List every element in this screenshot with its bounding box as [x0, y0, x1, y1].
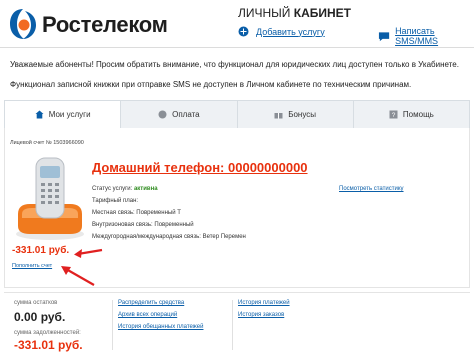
service-title-link[interactable]: Домашний телефон: 00000000000	[92, 160, 308, 175]
orders-history-link[interactable]: История заказов	[238, 312, 284, 318]
cabinet-title: ЛИЧНЫЙ КАБИНЕТ	[238, 6, 351, 20]
divider	[112, 300, 113, 350]
add-service-icon	[238, 26, 249, 37]
remaining-label: сумма остатков	[14, 300, 58, 306]
notice-legal-entities: Уважаемые абоненты! Просим обратить вним…	[10, 60, 459, 69]
account-number: Лицевой счет № 1503966090	[10, 140, 84, 146]
home-icon	[35, 110, 44, 119]
tab-help[interactable]: ? Помощь	[354, 101, 469, 128]
view-stats-link[interactable]: Посмотреть статистику	[339, 186, 404, 192]
write-sms-link[interactable]: Написать SMS/MMS	[378, 26, 474, 46]
cabinet-prefix: ЛИЧНЫЙ	[238, 6, 291, 20]
service-local: Местная связь: Повременный Т	[92, 210, 181, 216]
remaining-value: 0.00 руб.	[14, 310, 66, 324]
wallet-icon	[158, 110, 167, 119]
distribute-funds-link[interactable]: Распределить средства	[118, 300, 184, 306]
payments-history-link[interactable]: История платежей	[238, 300, 290, 306]
gift-icon	[274, 113, 283, 119]
service-balance: -331.01 руб.	[12, 245, 70, 256]
tab-bonuses-label: Бонусы	[288, 110, 317, 119]
service-intrazonal: Внутризоновая связь: Повременный	[92, 222, 194, 228]
brand-name: Ростелеком	[42, 12, 168, 37]
arrow-annotation-2	[61, 266, 95, 286]
help-icon: ?	[389, 110, 398, 119]
cabinet-bold: КАБИНЕТ	[293, 6, 352, 20]
notice-phonebook: Функционал записной книжки при отправке …	[10, 80, 412, 89]
add-service-label: Добавить услугу	[256, 26, 325, 37]
phone-icon	[16, 157, 84, 240]
operations-archive-link[interactable]: Архив всех операций	[118, 312, 177, 318]
arrow-annotation-1	[74, 248, 103, 258]
rostelecom-logo[interactable]	[8, 7, 38, 41]
tab-my-services[interactable]: Мои услуги	[5, 101, 122, 128]
sms-bubble-icon	[378, 31, 390, 41]
svg-text:?: ?	[392, 112, 396, 119]
service-tariff: Тарифный план:	[92, 198, 139, 204]
debt-label: сумма задолженностей:	[14, 330, 81, 336]
debt-value: -331.01 руб.	[14, 338, 83, 352]
write-sms-label: Написать SMS/MMS	[395, 26, 439, 46]
divider	[232, 300, 233, 350]
add-service-link[interactable]: Добавить услугу	[238, 26, 325, 37]
service-status: Статус услуги: активна	[92, 186, 158, 192]
tab-help-label: Помощь	[402, 110, 434, 119]
tab-my-services-label: Мои услуги	[48, 110, 91, 119]
tab-bonuses[interactable]: Бонусы	[238, 101, 354, 128]
service-status-label: Статус услуги:	[92, 186, 134, 192]
service-status-value: активна	[133, 186, 158, 192]
promised-payments-history-link[interactable]: История обещанных платежей	[118, 324, 203, 330]
tab-payment[interactable]: Оплата	[121, 101, 238, 128]
main-tabs: Мои услуги Оплата Бонусы ? Помощь	[4, 100, 470, 128]
header: Ростелеком ЛИЧНЫЙ КАБИНЕТ Добавить услуг…	[0, 0, 474, 48]
topup-link[interactable]: Пополнить счет	[12, 263, 52, 269]
tab-payment-label: Оплата	[172, 110, 200, 119]
service-longdistance: Междугородная/международная связь: Ветер…	[92, 234, 246, 240]
